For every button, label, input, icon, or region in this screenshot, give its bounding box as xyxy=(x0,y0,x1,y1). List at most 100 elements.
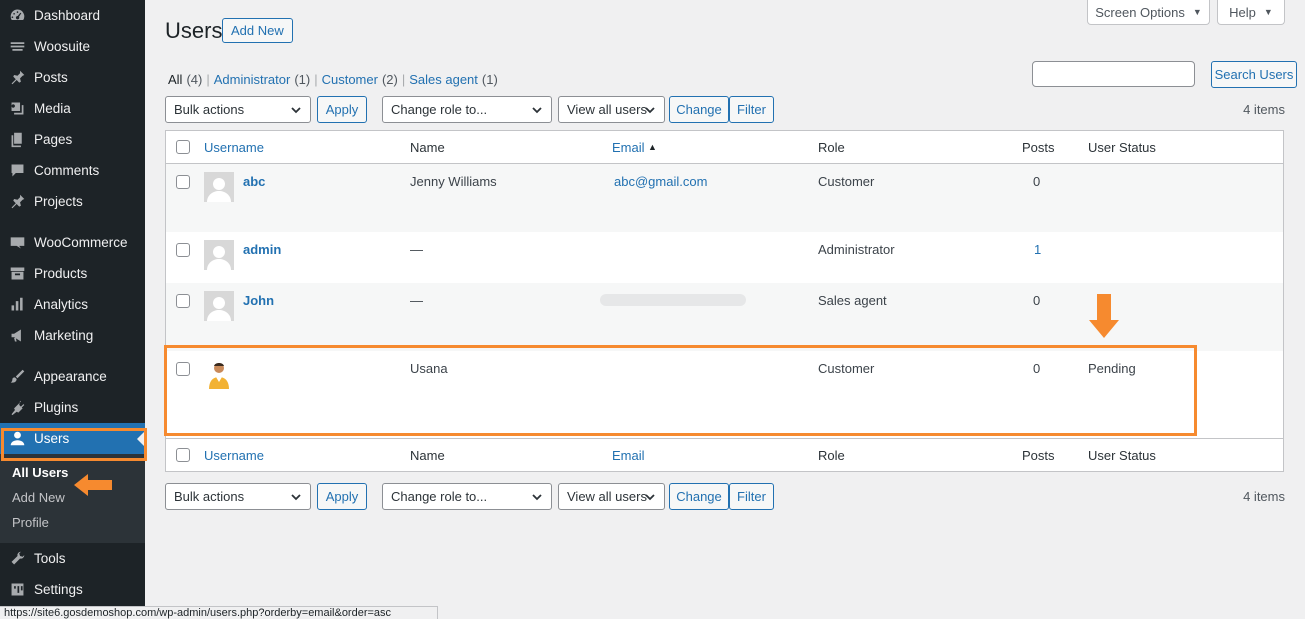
username-link[interactable]: admin xyxy=(243,242,281,257)
filter-customer[interactable]: Customer xyxy=(322,72,378,87)
bulk-actions-label: Bulk actions xyxy=(174,489,245,504)
sidebar-item-woosuite[interactable]: Woosuite xyxy=(0,31,145,62)
apply-button[interactable]: Apply xyxy=(317,483,367,510)
sidebar-item-woocommerce[interactable]: WooCommerce xyxy=(0,227,145,258)
filter-administrator-count: (1) xyxy=(294,72,311,87)
filter-button[interactable]: Filter xyxy=(729,483,774,510)
wrench-icon xyxy=(0,550,34,567)
column-user-status: User Status xyxy=(1088,139,1156,155)
items-count: 4 items xyxy=(1243,489,1285,504)
pin-icon xyxy=(0,193,34,210)
column-email[interactable]: Email xyxy=(612,140,645,155)
username-link[interactable]: John xyxy=(243,293,274,308)
change-role-select[interactable]: Change role to... xyxy=(382,483,552,510)
filter-administrator[interactable]: Administrator xyxy=(214,72,291,87)
posts-link[interactable]: 1 xyxy=(1034,242,1041,257)
bulk-actions-select[interactable]: Bulk actions xyxy=(165,96,311,123)
change-button[interactable]: Change xyxy=(669,483,729,510)
change-button[interactable]: Change xyxy=(669,96,729,123)
view-all-users-select[interactable]: View all users xyxy=(558,96,665,123)
row-checkbox[interactable] xyxy=(176,175,190,189)
sidebar-item-label: Users xyxy=(34,431,70,446)
posts-cell: 0 xyxy=(1033,293,1041,308)
sidebar-item-plugins[interactable]: Plugins xyxy=(0,392,145,423)
sidebar-item-posts[interactable]: Posts xyxy=(0,62,145,93)
plugin-icon xyxy=(0,399,34,416)
username-link[interactable]: abc xyxy=(243,174,265,189)
add-new-button[interactable]: Add New xyxy=(222,18,293,43)
column-name: Name xyxy=(410,447,445,463)
submenu-add-new[interactable]: Add New xyxy=(0,485,145,510)
woosuite-icon xyxy=(0,38,34,55)
sidebar-item-label: Settings xyxy=(34,582,83,597)
filter-separator: | xyxy=(401,72,406,87)
sidebar-item-dashboard[interactable]: Dashboard xyxy=(0,0,145,31)
change-role-label: Change role to... xyxy=(391,102,488,117)
column-username[interactable]: Username xyxy=(204,140,264,155)
change-role-select[interactable]: Change role to... xyxy=(382,96,552,123)
role-filter-links: All (4) | Administrator (1) | Customer (… xyxy=(168,72,498,87)
sidebar-item-settings[interactable]: Settings xyxy=(0,574,145,605)
bulk-actions-select[interactable]: Bulk actions xyxy=(165,483,311,510)
help-button[interactable]: Help ▼ xyxy=(1217,0,1285,25)
admin-sidebar: Dashboard Woosuite Posts Media Pages Com… xyxy=(0,0,145,619)
user-icon xyxy=(0,430,34,447)
table-row: abc Jenny Williams abc@gmail.com Custome… xyxy=(166,164,1283,232)
comment-icon xyxy=(0,162,34,179)
role-cell: Administrator xyxy=(818,242,895,257)
column-role: Role xyxy=(818,139,845,155)
search-users-button[interactable]: Search Users xyxy=(1211,61,1297,88)
row-checkbox[interactable] xyxy=(176,362,190,376)
apply-button[interactable]: Apply xyxy=(317,96,367,123)
column-posts: Posts xyxy=(1022,447,1055,463)
megaphone-icon xyxy=(0,327,34,344)
submenu-profile[interactable]: Profile xyxy=(0,510,145,535)
role-cell: Sales agent xyxy=(818,293,887,308)
sidebar-item-label: Tools xyxy=(34,551,66,566)
sidebar-item-label: Media xyxy=(34,101,71,116)
chevron-down-icon xyxy=(645,494,655,501)
sidebar-item-products[interactable]: Products xyxy=(0,258,145,289)
posts-cell: 0 xyxy=(1033,361,1041,376)
sidebar-item-comments[interactable]: Comments xyxy=(0,155,145,186)
screen-options-button[interactable]: Screen Options ▼ xyxy=(1087,0,1210,25)
sidebar-item-pages[interactable]: Pages xyxy=(0,124,145,155)
filter-button[interactable]: Filter xyxy=(729,96,774,123)
email-link[interactable]: abc@gmail.com xyxy=(614,174,707,189)
role-cell: Customer xyxy=(818,361,875,376)
sidebar-item-users[interactable]: Users xyxy=(0,423,145,454)
sidebar-item-analytics[interactable]: Analytics xyxy=(0,289,145,320)
woocommerce-icon xyxy=(0,234,34,251)
row-checkbox[interactable] xyxy=(176,294,190,308)
column-posts: Posts xyxy=(1022,139,1055,155)
sidebar-item-label: Dashboard xyxy=(34,8,101,23)
filter-sales-agent[interactable]: Sales agent xyxy=(409,72,478,87)
chevron-down-icon xyxy=(291,494,301,501)
change-role-label: Change role to... xyxy=(391,489,488,504)
name-cell: Usana xyxy=(410,361,448,376)
row-checkbox[interactable] xyxy=(176,243,190,257)
browser-status-url: https://site6.gosdemoshop.com/wp-admin/u… xyxy=(0,606,438,619)
select-all-checkbox[interactable] xyxy=(176,140,190,154)
column-email[interactable]: Email xyxy=(612,448,645,463)
help-label: Help xyxy=(1229,4,1256,20)
filter-all-count: (4) xyxy=(186,72,203,87)
avatar xyxy=(204,172,234,202)
sidebar-item-projects[interactable]: Projects xyxy=(0,186,145,217)
main-content: Screen Options ▼ Help ▼ Users Add New All … xyxy=(145,0,1305,619)
submenu-all-users[interactable]: All Users xyxy=(0,460,145,485)
sidebar-item-tools[interactable]: Tools xyxy=(0,543,145,574)
sidebar-item-appearance[interactable]: Appearance xyxy=(0,361,145,392)
sidebar-item-label: Projects xyxy=(34,194,83,209)
pages-icon xyxy=(0,131,34,148)
search-input[interactable] xyxy=(1032,61,1195,87)
sidebar-item-media[interactable]: Media xyxy=(0,93,145,124)
view-all-users-label: View all users xyxy=(567,102,647,117)
select-all-checkbox[interactable] xyxy=(176,448,190,462)
filter-all[interactable]: All xyxy=(168,72,182,87)
name-cell: — xyxy=(410,242,423,257)
column-username[interactable]: Username xyxy=(204,448,264,463)
view-all-users-select[interactable]: View all users xyxy=(558,483,665,510)
chevron-down-icon xyxy=(532,494,542,501)
sidebar-item-marketing[interactable]: Marketing xyxy=(0,320,145,351)
